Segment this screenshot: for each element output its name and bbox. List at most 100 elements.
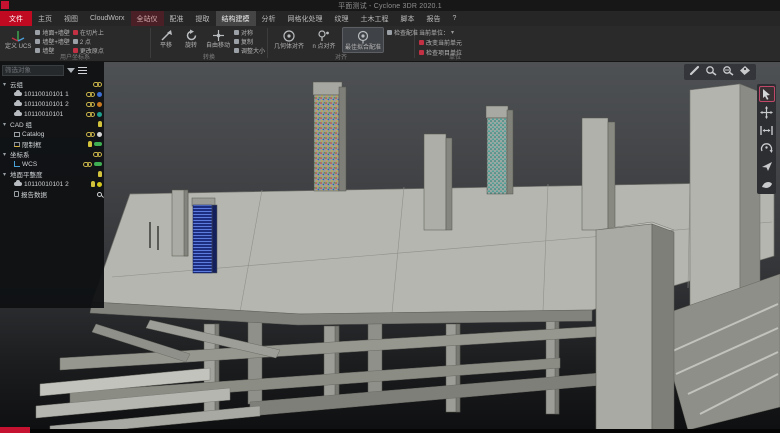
tab-registration[interactable]: 配准 — [164, 11, 190, 26]
mirror-icon — [234, 30, 239, 35]
color-dot[interactable] — [97, 102, 102, 107]
rotate-button[interactable]: 旋转 — [180, 27, 202, 54]
n-points-align-button[interactable]: n 点对齐 — [309, 27, 339, 53]
ucs-on-slice-button[interactable]: 在切片上 — [73, 29, 104, 36]
goggles-icon[interactable] — [86, 132, 95, 137]
goggles-icon[interactable] — [93, 152, 102, 157]
tree-item-report-data[interactable]: 报告数据 — [2, 189, 102, 199]
orbit-tool[interactable] — [759, 140, 775, 156]
chevron-down-icon[interactable]: ▾ — [3, 81, 8, 88]
check-align-button[interactable]: 检查配准 — [387, 29, 418, 36]
pan-tool[interactable] — [759, 176, 775, 192]
tab-analysis[interactable]: 分析 — [256, 11, 282, 26]
bottom-edge — [0, 429, 780, 433]
window-title: 平面测试 - Cyclone 3DR 2020.1 — [338, 1, 442, 11]
axis-icon — [14, 161, 20, 167]
tab-extract[interactable]: 提取 — [190, 11, 216, 26]
tab-cloudworx[interactable]: CloudWorx — [84, 11, 131, 26]
translate-icon — [160, 29, 173, 42]
tab-file[interactable]: 文件 — [0, 11, 32, 26]
define-ucs-button[interactable]: 定义 UCS — [4, 27, 32, 54]
duplicate-button[interactable]: 复制 — [234, 38, 265, 45]
tree-group-cad[interactable]: ▾ CAD 组 — [2, 119, 102, 129]
tab-report[interactable]: 报告 — [421, 11, 447, 26]
bulb-icon[interactable] — [91, 181, 95, 187]
ucs-plane-wall-button[interactable]: 地面+墙壁 — [35, 29, 70, 36]
color-dot[interactable] — [97, 112, 102, 117]
ucs-two-points-button[interactable]: 2 点 — [73, 38, 104, 45]
tree-group-clouds[interactable]: ▾ 云组 — [2, 79, 102, 89]
move-tool[interactable] — [759, 104, 775, 120]
ribbon-group-units: 当前单位：▾ 改变当前单元 检查项目单位 单位 — [415, 26, 495, 61]
color-dot[interactable] — [97, 182, 102, 187]
annotate-cloud-icon[interactable] — [705, 63, 717, 81]
filter-input[interactable] — [2, 65, 64, 76]
tab-texturing[interactable]: 纹理 — [329, 11, 355, 26]
tab-script[interactable]: 脚本 — [395, 11, 421, 26]
tab-view[interactable]: 视图 — [58, 11, 84, 26]
chevron-down-icon[interactable]: ▾ — [3, 171, 8, 178]
select-tool[interactable] — [759, 86, 775, 102]
toggle-pill[interactable] — [94, 162, 102, 166]
color-dot[interactable] — [97, 132, 102, 137]
model-3d-scene[interactable] — [0, 62, 780, 433]
fit-width-tool[interactable] — [759, 122, 775, 138]
tab-construction[interactable]: 结构建模 — [216, 11, 256, 26]
mirror-button[interactable]: 对称 — [234, 29, 265, 36]
bulb-icon[interactable] — [98, 171, 102, 177]
bulb-icon[interactable] — [98, 121, 102, 127]
panel-menu-icon[interactable] — [78, 67, 87, 75]
tab-help[interactable]: ? — [447, 11, 463, 26]
toggle-pill[interactable] — [94, 142, 102, 146]
ribbon-group-ucs: 定义 UCS 地面+墙壁 墙壁+墙壁 墙壁 在切片上 2 点 更改原点 用户坐标… — [0, 26, 150, 61]
annotation-toolbar — [684, 64, 756, 80]
current-unit-dropdown[interactable]: 当前单位：▾ — [419, 29, 462, 36]
tree-item-clipbox[interactable]: 限制框 — [2, 139, 102, 149]
bulb-icon[interactable] — [88, 141, 92, 147]
group-label-ucs: 用户坐标系 — [0, 52, 150, 61]
tree-item-wcs[interactable]: WCS — [2, 159, 102, 169]
translate-button[interactable]: 平移 — [155, 27, 177, 54]
geometry-align-button[interactable]: 几何体对齐 — [272, 27, 306, 53]
tree-group-coordinate-systems[interactable]: ▾ 坐标系 — [2, 149, 102, 159]
magnifier-icon[interactable] — [97, 192, 102, 197]
cloud-icon — [14, 102, 22, 106]
filter-funnel-icon[interactable] — [67, 68, 75, 73]
tree-item-cloud-1[interactable]: 10110010101 1 — [2, 89, 102, 99]
cyclone-3dr-window: 平面测试 - Cyclone 3DR 2020.1 文件 主页 视图 Cloud… — [0, 0, 780, 433]
tab-meshing[interactable]: 网格化处理 — [282, 11, 329, 26]
fly-tool[interactable] — [759, 158, 775, 174]
goggles-icon[interactable] — [83, 162, 92, 167]
tree-item-flatness-cloud[interactable]: 10110010101 2 — [2, 179, 102, 189]
cloud-icon — [14, 112, 22, 116]
tree-item-catalog[interactable]: Catalog — [2, 129, 102, 139]
measure-pen-icon[interactable] — [689, 63, 700, 81]
clipbox-icon — [14, 142, 20, 147]
tree-group-floor-flatness[interactable]: ▾ 地面平整度 — [2, 169, 102, 179]
goggles-icon[interactable] — [86, 102, 95, 107]
tree-item-cloud-3[interactable]: 10110010101 — [2, 109, 102, 119]
chevron-down-icon: ▾ — [451, 29, 454, 36]
chevron-down-icon[interactable]: ▾ — [3, 151, 8, 158]
annotate-mesh-icon[interactable] — [722, 63, 734, 81]
tag-icon[interactable] — [739, 63, 751, 81]
tree-item-cloud-2[interactable]: 10110010101 2 — [2, 99, 102, 109]
best-fit-align-button[interactable]: 最佳拟合配准 — [342, 27, 384, 53]
cloud-icon — [14, 182, 22, 186]
change-unit-button[interactable]: 改变当前单元 — [419, 39, 462, 46]
tab-civil[interactable]: 土木工程 — [355, 11, 395, 26]
rotate-icon — [185, 29, 198, 42]
color-dot[interactable] — [97, 92, 102, 97]
tab-total-station[interactable]: 全站仪 — [131, 11, 164, 26]
tab-home[interactable]: 主页 — [32, 11, 58, 26]
ucs-wall-wall-button[interactable]: 墙壁+墙壁 — [35, 38, 70, 45]
chevron-down-icon[interactable]: ▾ — [3, 121, 8, 128]
plane-wall-icon — [35, 30, 40, 35]
free-move-button[interactable]: 自由移动 — [205, 27, 231, 54]
goggles-icon[interactable] — [86, 112, 95, 117]
goggles-icon[interactable] — [86, 92, 95, 97]
navigation-toolbar — [757, 84, 776, 194]
n-points-icon — [317, 29, 331, 43]
viewport-3d[interactable]: ▾ 云组 10110010101 1 10110010101 2 1011001… — [0, 62, 780, 433]
goggles-icon[interactable] — [93, 82, 102, 87]
